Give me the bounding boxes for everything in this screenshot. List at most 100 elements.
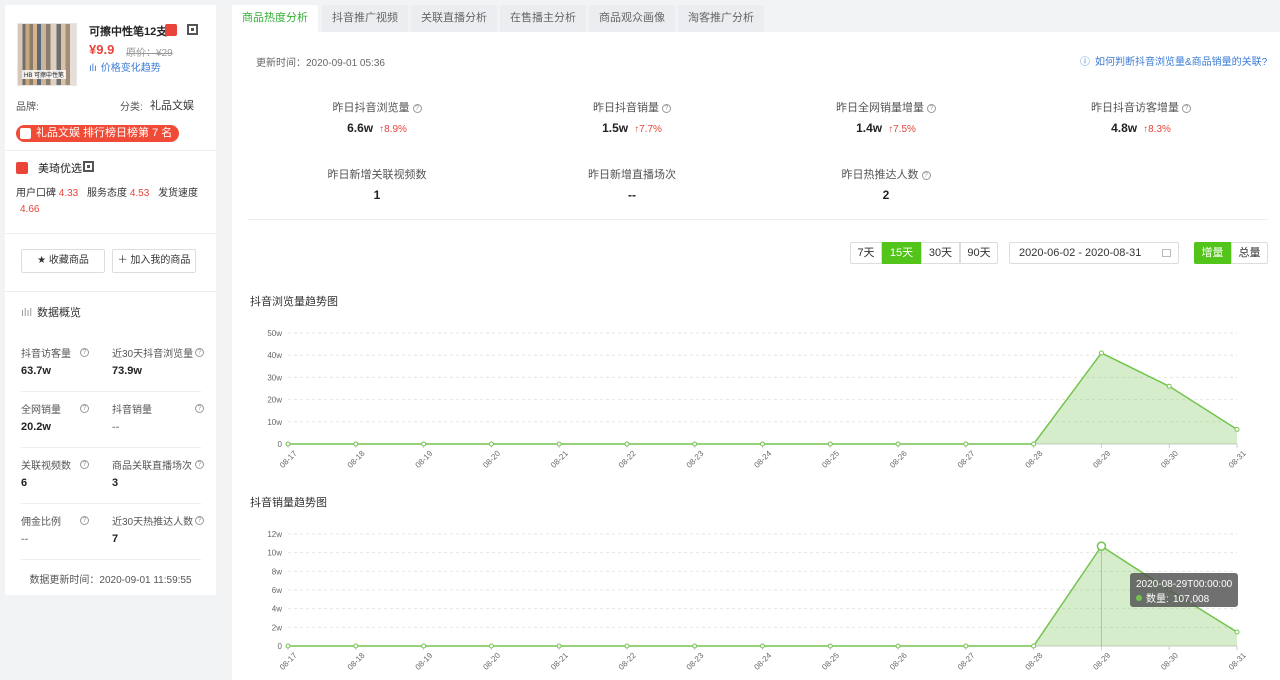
add-product-button[interactable]: ＋ 加入我的商品	[112, 249, 196, 273]
overview-item-value: 7	[112, 533, 119, 545]
highlighted-point[interactable]	[1096, 541, 1107, 551]
tab-heat-analysis[interactable]: 商品热度分析	[232, 5, 318, 32]
data-point[interactable]	[285, 441, 291, 447]
rank-badge[interactable]: 礼品文娱 排行榜日榜第 7 名	[16, 125, 180, 142]
data-point[interactable]	[556, 643, 562, 649]
data-point[interactable]	[353, 643, 359, 649]
data-point[interactable]	[1166, 383, 1172, 389]
price-trend-link[interactable]: ılı 价格变化趋势	[89, 59, 161, 74]
help-icon[interactable]: ?	[412, 104, 422, 113]
help-icon[interactable]: ?	[80, 348, 89, 357]
x-tick-label: 08-28	[1024, 651, 1045, 672]
stat-value-text: 1	[373, 188, 381, 202]
help-icon[interactable]: ?	[1182, 104, 1191, 113]
qrcode-icon[interactable]	[83, 161, 94, 172]
x-tick-label: 08-23	[685, 651, 706, 672]
range-15d-button[interactable]: 15天	[882, 242, 921, 264]
data-point[interactable]	[692, 441, 698, 447]
x-tick-label: 08-30	[1159, 651, 1180, 672]
help-icon[interactable]: ?	[195, 348, 204, 357]
data-point[interactable]	[895, 441, 901, 447]
y-tick-label: 6w	[272, 586, 282, 595]
data-point[interactable]	[624, 441, 630, 447]
tab-audience[interactable]: 商品观众画像	[589, 5, 675, 32]
data-point[interactable]	[1031, 441, 1037, 447]
y-tick-label: 40w	[267, 351, 282, 360]
data-point[interactable]	[827, 643, 833, 649]
tooltip-value: 107,008	[1173, 594, 1210, 605]
data-point[interactable]	[624, 643, 630, 649]
favorite-button[interactable]: ★ 收藏商品	[21, 249, 105, 273]
data-point[interactable]	[488, 643, 494, 649]
legend-dot	[1136, 595, 1142, 601]
main-panel: 商品热度分析 抖音推广视频 关联直播分析 在售播主分析 商品观众画像 淘客推广分…	[232, 0, 1280, 680]
overview-item-value: --	[21, 533, 29, 545]
product-image[interactable]: HB 可擦中性笔	[17, 23, 77, 86]
favorite-label: 收藏商品	[48, 255, 89, 266]
tab-taoke[interactable]: 淘客推广分析	[678, 5, 764, 32]
data-point[interactable]	[353, 441, 359, 447]
stat-label-text: 昨日抖音浏览量	[332, 102, 410, 114]
data-point[interactable]	[421, 643, 427, 649]
calendar-icon	[1162, 249, 1171, 257]
x-tick-label: 08-19	[414, 651, 435, 672]
tooltip-title: 2020-08-29T00:00:00	[1136, 579, 1233, 590]
sales-trend-chart[interactable]: 0 2w 4w 6w 8w 10w 12w 08-17 08-18 08-19 08-20 08-21…	[232, 522, 1280, 680]
help-link[interactable]: ⓘ 如何判断抖音浏览量&商品销量的关联?	[1080, 53, 1267, 68]
data-point[interactable]	[760, 643, 765, 649]
range-7d-button[interactable]: 7天	[850, 242, 882, 264]
help-icon[interactable]: ?	[80, 460, 89, 469]
x-tick-label: 08-23	[685, 449, 706, 470]
brand-label: 品牌:	[16, 102, 39, 113]
x-tick-label: 08-17	[278, 651, 299, 672]
tab-live-analysis[interactable]: 关联直播分析	[411, 5, 497, 32]
mode-total-button[interactable]: 总量	[1231, 242, 1268, 264]
help-icon[interactable]: ?	[195, 460, 204, 469]
help-icon[interactable]: ?	[927, 104, 936, 113]
x-tick-label: 08-29	[1091, 449, 1112, 470]
data-point[interactable]	[1234, 426, 1240, 432]
bar-chart-icon: ılıl	[21, 307, 32, 319]
tab-douyin-videos[interactable]: 抖音推广视频	[322, 5, 408, 32]
stat-value: 2	[771, 188, 1001, 202]
product-name[interactable]: 可擦中性笔12支	[89, 23, 167, 39]
range-90d-button[interactable]: 90天	[960, 242, 998, 264]
data-point[interactable]	[421, 441, 427, 447]
rating-label: 用户口碑	[16, 188, 56, 199]
data-point[interactable]	[1031, 643, 1037, 649]
star-icon: ★	[37, 255, 49, 266]
data-point[interactable]	[1098, 350, 1104, 356]
date-range-picker[interactable]: 2020-06-02 - 2020-08-31	[1009, 242, 1179, 264]
data-point[interactable]	[963, 441, 969, 447]
stat-value-text: 2	[882, 188, 890, 202]
views-trend-chart[interactable]: 0 10w 20w 30w 40w 50w 08-17 08-18 08-19 08-20 08-2…	[232, 320, 1280, 470]
overview-title-text: 数据概览	[37, 307, 81, 319]
x-tick-label: 08-20	[481, 449, 502, 470]
date-range-text: 2020-06-02 - 2020-08-31	[1019, 247, 1142, 259]
help-icon[interactable]: ?	[662, 104, 671, 113]
data-point[interactable]	[827, 441, 833, 447]
data-point[interactable]	[285, 643, 291, 649]
data-point[interactable]	[556, 441, 562, 447]
qrcode-icon[interactable]	[187, 24, 198, 35]
data-point[interactable]	[488, 441, 494, 447]
overview-item-value: 6	[21, 477, 28, 489]
shop-name[interactable]: 美琦优选	[38, 160, 82, 176]
help-icon[interactable]: ?	[80, 516, 89, 525]
data-point[interactable]	[760, 441, 765, 447]
data-point[interactable]	[692, 643, 698, 649]
help-icon[interactable]: ?	[195, 516, 204, 525]
overview-item-label: 近30天抖音浏览量	[112, 349, 194, 360]
x-tick-label: 08-25	[820, 449, 841, 470]
data-point[interactable]	[963, 643, 969, 649]
divider	[21, 391, 201, 392]
help-icon[interactable]: ?	[195, 404, 204, 413]
help-icon[interactable]: ?	[80, 404, 89, 413]
add-product-label: 加入我的商品	[130, 255, 191, 266]
mode-increment-button[interactable]: 增量	[1194, 242, 1231, 264]
range-30d-button[interactable]: 30天	[921, 242, 960, 264]
tab-sellers[interactable]: 在售播主分析	[500, 5, 586, 32]
help-icon[interactable]: ?	[921, 171, 931, 180]
data-point[interactable]	[1234, 629, 1240, 635]
data-point[interactable]	[895, 643, 901, 649]
